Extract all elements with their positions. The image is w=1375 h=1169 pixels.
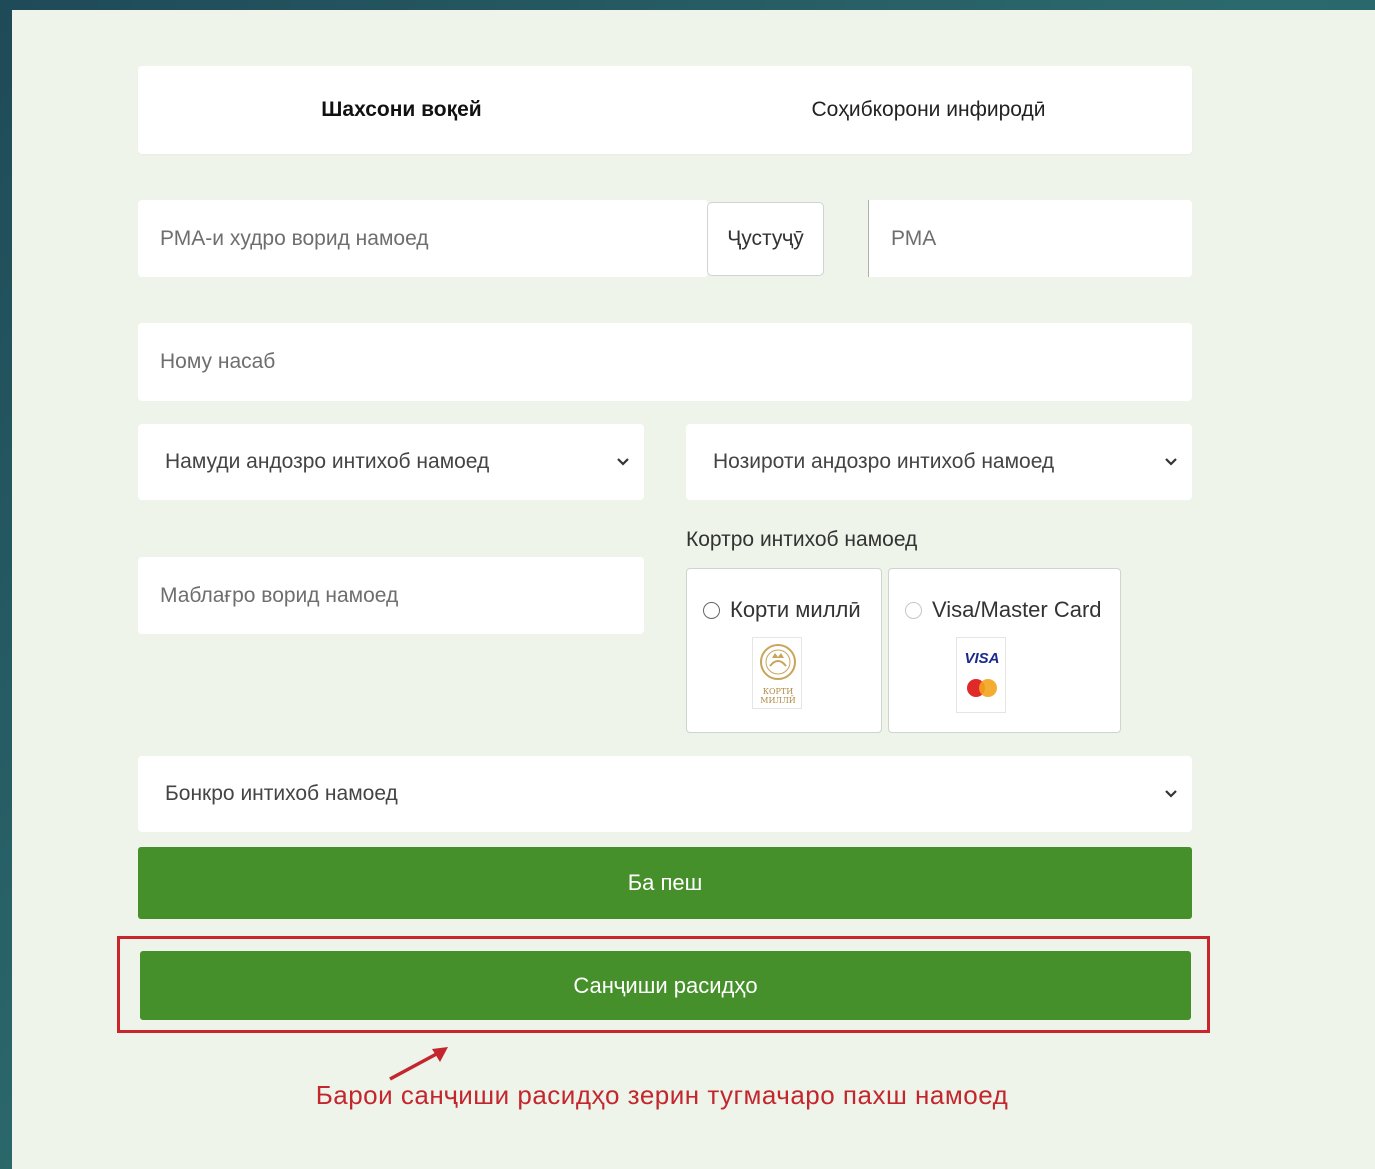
full-name-input[interactable]: Ному насаб bbox=[138, 323, 1192, 401]
tax-office-select[interactable]: Нозироти андозро интихоб намоед bbox=[686, 424, 1192, 500]
tax-type-select-value: Намуди андозро интихоб намоед bbox=[165, 450, 490, 473]
rma-input[interactable]: РМА bbox=[868, 200, 1192, 277]
card-select-label: Кортро интихоб намоед bbox=[686, 528, 918, 551]
card-option-visa-master[interactable]: Visa/Master Card VISA bbox=[888, 568, 1121, 733]
search-button[interactable]: Ҷустуҷӯ bbox=[707, 202, 824, 276]
national-emblem-icon: КОРТИ МИЛЛӢ bbox=[760, 644, 796, 705]
visa-logo-text: VISA bbox=[964, 650, 999, 667]
check-receipts-button[interactable]: Санҷиши расидҳо bbox=[140, 951, 1191, 1020]
rma-own-placeholder: РМА-и худро ворид намоед bbox=[160, 226, 429, 250]
chevron-down-icon bbox=[617, 458, 629, 466]
visa-mastercard-icon: VISA bbox=[964, 650, 1000, 697]
tax-type-select[interactable]: Намуди андозро интихоб намоед bbox=[138, 424, 644, 500]
tax-office-select-value: Нозироти андозро интихоб намоед bbox=[713, 450, 1055, 473]
national-card-label: Корти миллӣ bbox=[730, 597, 861, 622]
chevron-down-icon bbox=[1165, 790, 1177, 798]
logo-text-1: КОРТИ bbox=[763, 687, 793, 696]
amount-placeholder: Маблағро ворид намоед bbox=[160, 583, 399, 607]
next-button[interactable]: Ба пеш bbox=[138, 847, 1192, 919]
tab-bar: Шахсони воқей Соҳибкорони инфиродӣ bbox=[138, 66, 1192, 154]
annotation-text: Барои санҷиши расидҳо зерин тугмачаро па… bbox=[315, 1080, 1009, 1110]
rma-placeholder: РМА bbox=[891, 226, 937, 250]
amount-input[interactable]: Маблағро ворид намоед bbox=[138, 557, 644, 634]
bank-select[interactable]: Бонкро интихоб намоед bbox=[138, 756, 1192, 832]
full-name-placeholder: Ному насаб bbox=[160, 350, 276, 373]
national-card-logo: КОРТИ МИЛЛӢ bbox=[752, 637, 802, 709]
visa-master-label: Visa/Master Card bbox=[932, 597, 1102, 622]
bank-select-value: Бонкро интихоб намоед bbox=[165, 782, 398, 805]
rma-own-input[interactable]: РМА-и худро ворид намоед bbox=[138, 200, 708, 277]
visa-master-logo: VISA bbox=[956, 637, 1006, 713]
payment-form-page: Шахсони воқей Соҳибкорони инфиродӣ РМА-и… bbox=[12, 10, 1375, 1169]
radio-visa-master[interactable] bbox=[905, 601, 922, 619]
radio-national-card[interactable] bbox=[703, 601, 720, 619]
annotation-arrow-icon bbox=[389, 1047, 448, 1081]
chevron-down-icon bbox=[1165, 458, 1177, 466]
card-option-national[interactable]: Корти миллӣ КОРТИ МИЛЛӢ bbox=[686, 568, 882, 733]
tab-entrepreneurs[interactable]: Соҳибкорони инфиродӣ bbox=[665, 66, 1192, 154]
logo-text-2: МИЛЛӢ bbox=[760, 696, 796, 705]
tab-individuals[interactable]: Шахсони воқей bbox=[138, 66, 665, 154]
